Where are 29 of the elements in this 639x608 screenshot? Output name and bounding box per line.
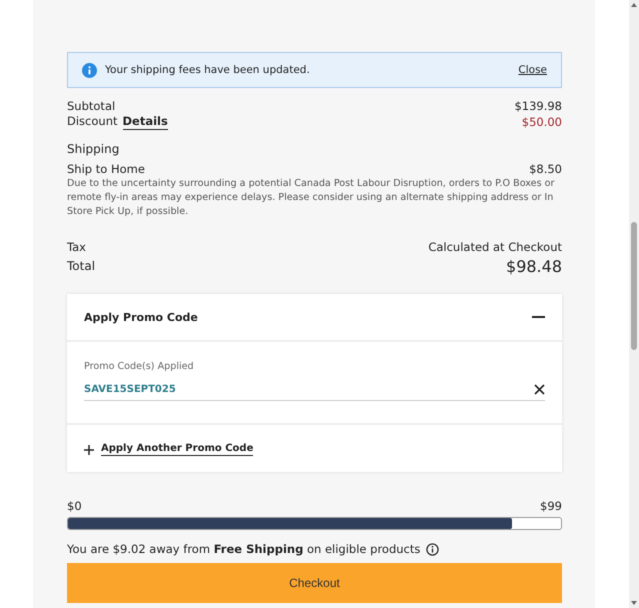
scrollbar[interactable]: [629, 0, 639, 608]
shipping-method: Ship to Home: [67, 162, 145, 177]
range-min: $0: [67, 499, 82, 514]
apply-another-link[interactable]: Apply Another Promo Code: [101, 443, 254, 456]
shipping-note: Due to the uncertainty surrounding a potential Canada Post Labour Disruption, orders to P.O Boxes or remote fly-in areas may experience delays. Please consider using an alternate shipping address or In Store Pick Up, if possible.: [67, 177, 556, 219]
info-icon[interactable]: [426, 542, 440, 556]
subtotal-value: $139.98: [514, 99, 562, 114]
close-icon[interactable]: [534, 384, 545, 395]
tax-value: Calculated at Checkout: [428, 240, 562, 255]
notice-message: Your shipping fees have been updated.: [105, 64, 311, 76]
info-icon: [82, 62, 97, 78]
tax-label: Tax: [67, 240, 86, 255]
plus-icon[interactable]: [84, 444, 94, 454]
free-shipping-message: You are $9.02 away from Free Shipping on eligible products: [67, 542, 420, 556]
close-link[interactable]: Close: [518, 64, 547, 76]
details-link[interactable]: Details: [122, 114, 168, 130]
shipping-heading: Shipping: [67, 142, 120, 156]
checkout-button[interactable]: Checkout: [67, 563, 562, 603]
total-value: $98.48: [506, 259, 562, 274]
promo-code: SAVE15SEPT025: [84, 384, 176, 395]
discount-label: Discount: [67, 114, 118, 130]
range-max: $99: [540, 499, 562, 514]
subtotal-label: Subtotal: [67, 99, 116, 114]
shipping-price: $8.50: [529, 162, 562, 177]
promo-header[interactable]: Apply Promo Code: [67, 294, 562, 342]
applied-label: Promo Code(s) Applied: [84, 361, 194, 372]
promo-title: Apply Promo Code: [84, 310, 198, 324]
discount-value: $50.00: [522, 114, 562, 130]
total-label: Total: [67, 259, 96, 274]
